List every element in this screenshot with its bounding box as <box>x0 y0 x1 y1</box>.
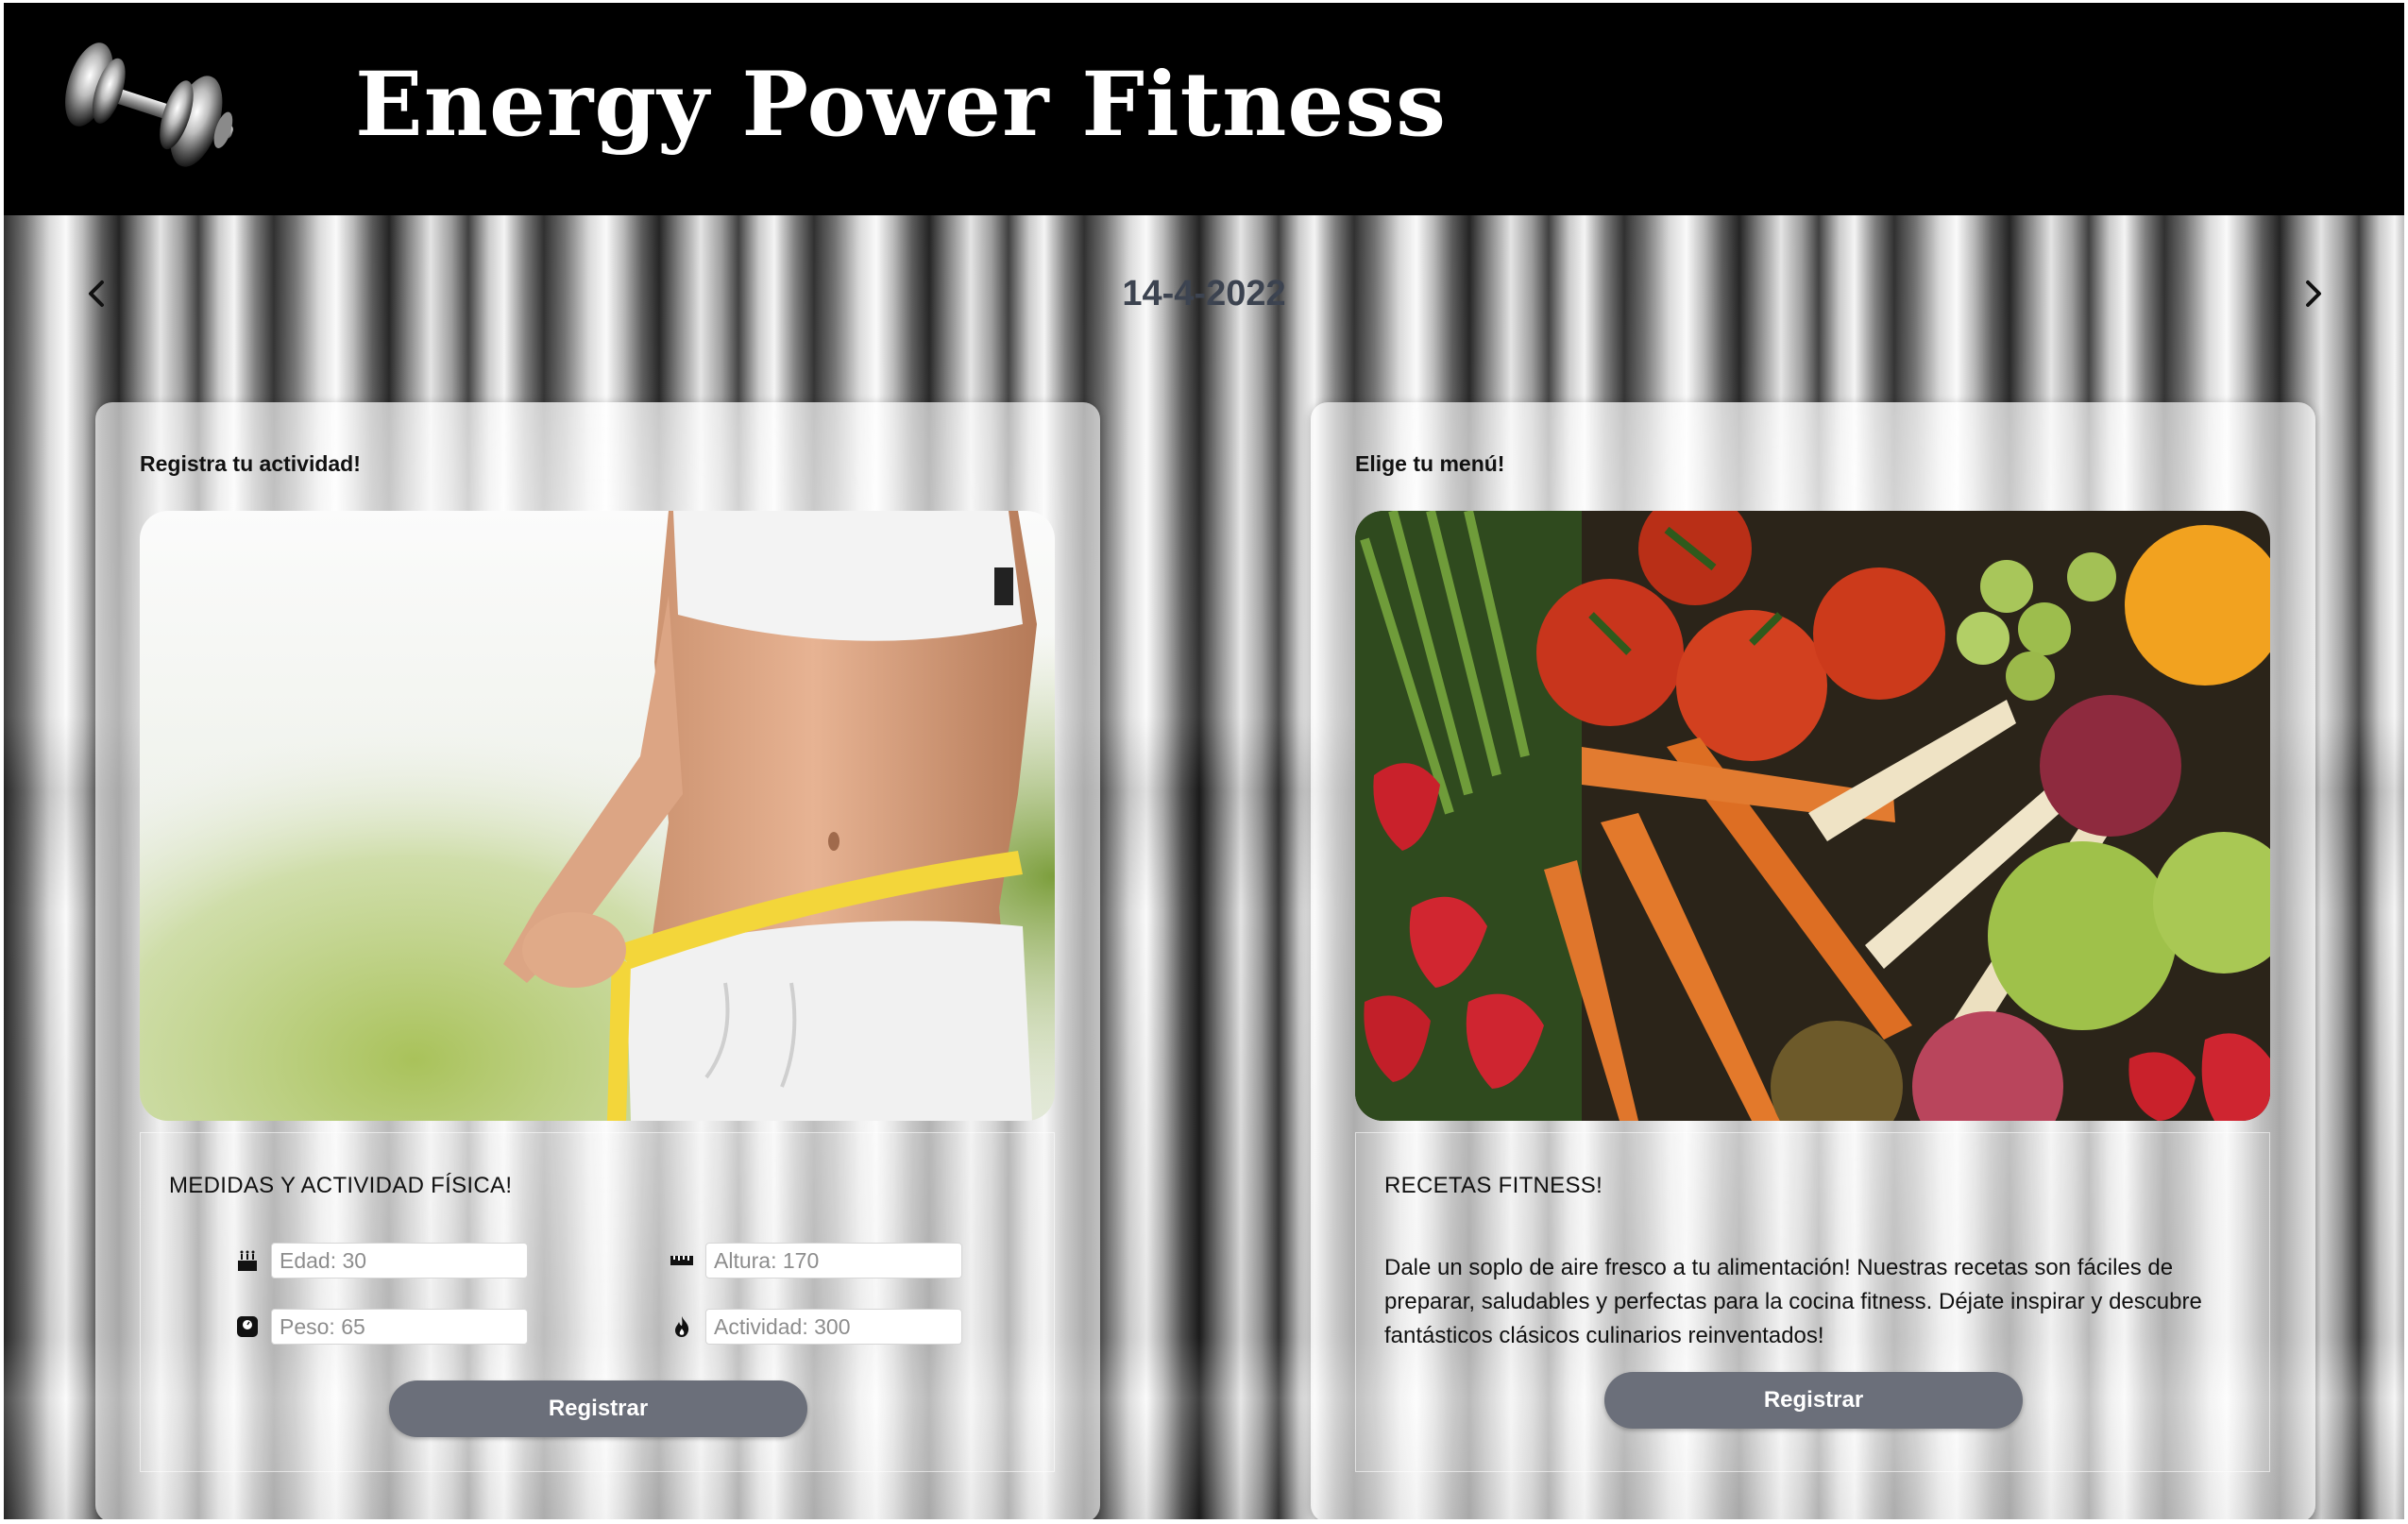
app-frame: Energy Power Fitness 14-4-2022 Registra … <box>4 3 2404 1519</box>
flame-icon <box>670 1314 694 1339</box>
vegetables-photo <box>1355 511 2270 1121</box>
measurements-panel: MEDIDAS Y ACTIVIDAD FÍSICA! Edad: 30 Alt… <box>140 1132 1055 1472</box>
height-input[interactable] <box>705 1243 962 1278</box>
recipes-panel: RECETAS FITNESS! Dale un soplo de aire f… <box>1355 1132 2270 1472</box>
menu-card: Elige tu menú! RECETAS FITNESS! Dale un … <box>1311 402 2315 1519</box>
register-menu-button[interactable]: Registrar <box>1604 1372 2023 1429</box>
chevron-right-icon[interactable] <box>2287 267 2340 320</box>
dumbbell-icon <box>38 37 264 178</box>
birthday-cake-icon <box>235 1248 260 1273</box>
height-field-row <box>670 1242 962 1279</box>
section-title: MEDIDAS Y ACTIVIDAD FÍSICA! <box>169 1173 513 1198</box>
activity-field-row <box>670 1308 962 1346</box>
current-date: 14-4-2022 <box>1122 274 1286 313</box>
section-title: RECETAS FITNESS! <box>1384 1173 1603 1198</box>
activity-card: Registra tu actividad! MEDIDAS Y ACTIVID… <box>95 402 1100 1519</box>
app-title: Energy Power Fitness <box>355 53 1448 157</box>
waist-measurement-photo <box>140 511 1055 1121</box>
recipes-description: Dale un soplo de aire fresco a tu alimen… <box>1384 1255 2202 1348</box>
age-input[interactable] <box>271 1243 528 1278</box>
register-activity-button[interactable]: Registrar <box>389 1380 807 1437</box>
top-header: Energy Power Fitness <box>4 3 2404 215</box>
card-heading: Elige tu menú! <box>1355 451 1505 476</box>
chevron-left-icon[interactable] <box>70 267 123 320</box>
age-field-row <box>235 1242 528 1279</box>
card-heading: Registra tu actividad! <box>140 451 361 476</box>
ruler-icon <box>670 1248 694 1273</box>
weight-input[interactable] <box>271 1309 528 1345</box>
weight-field-row <box>235 1308 528 1346</box>
activity-input[interactable] <box>705 1309 962 1345</box>
scale-icon <box>235 1314 260 1339</box>
